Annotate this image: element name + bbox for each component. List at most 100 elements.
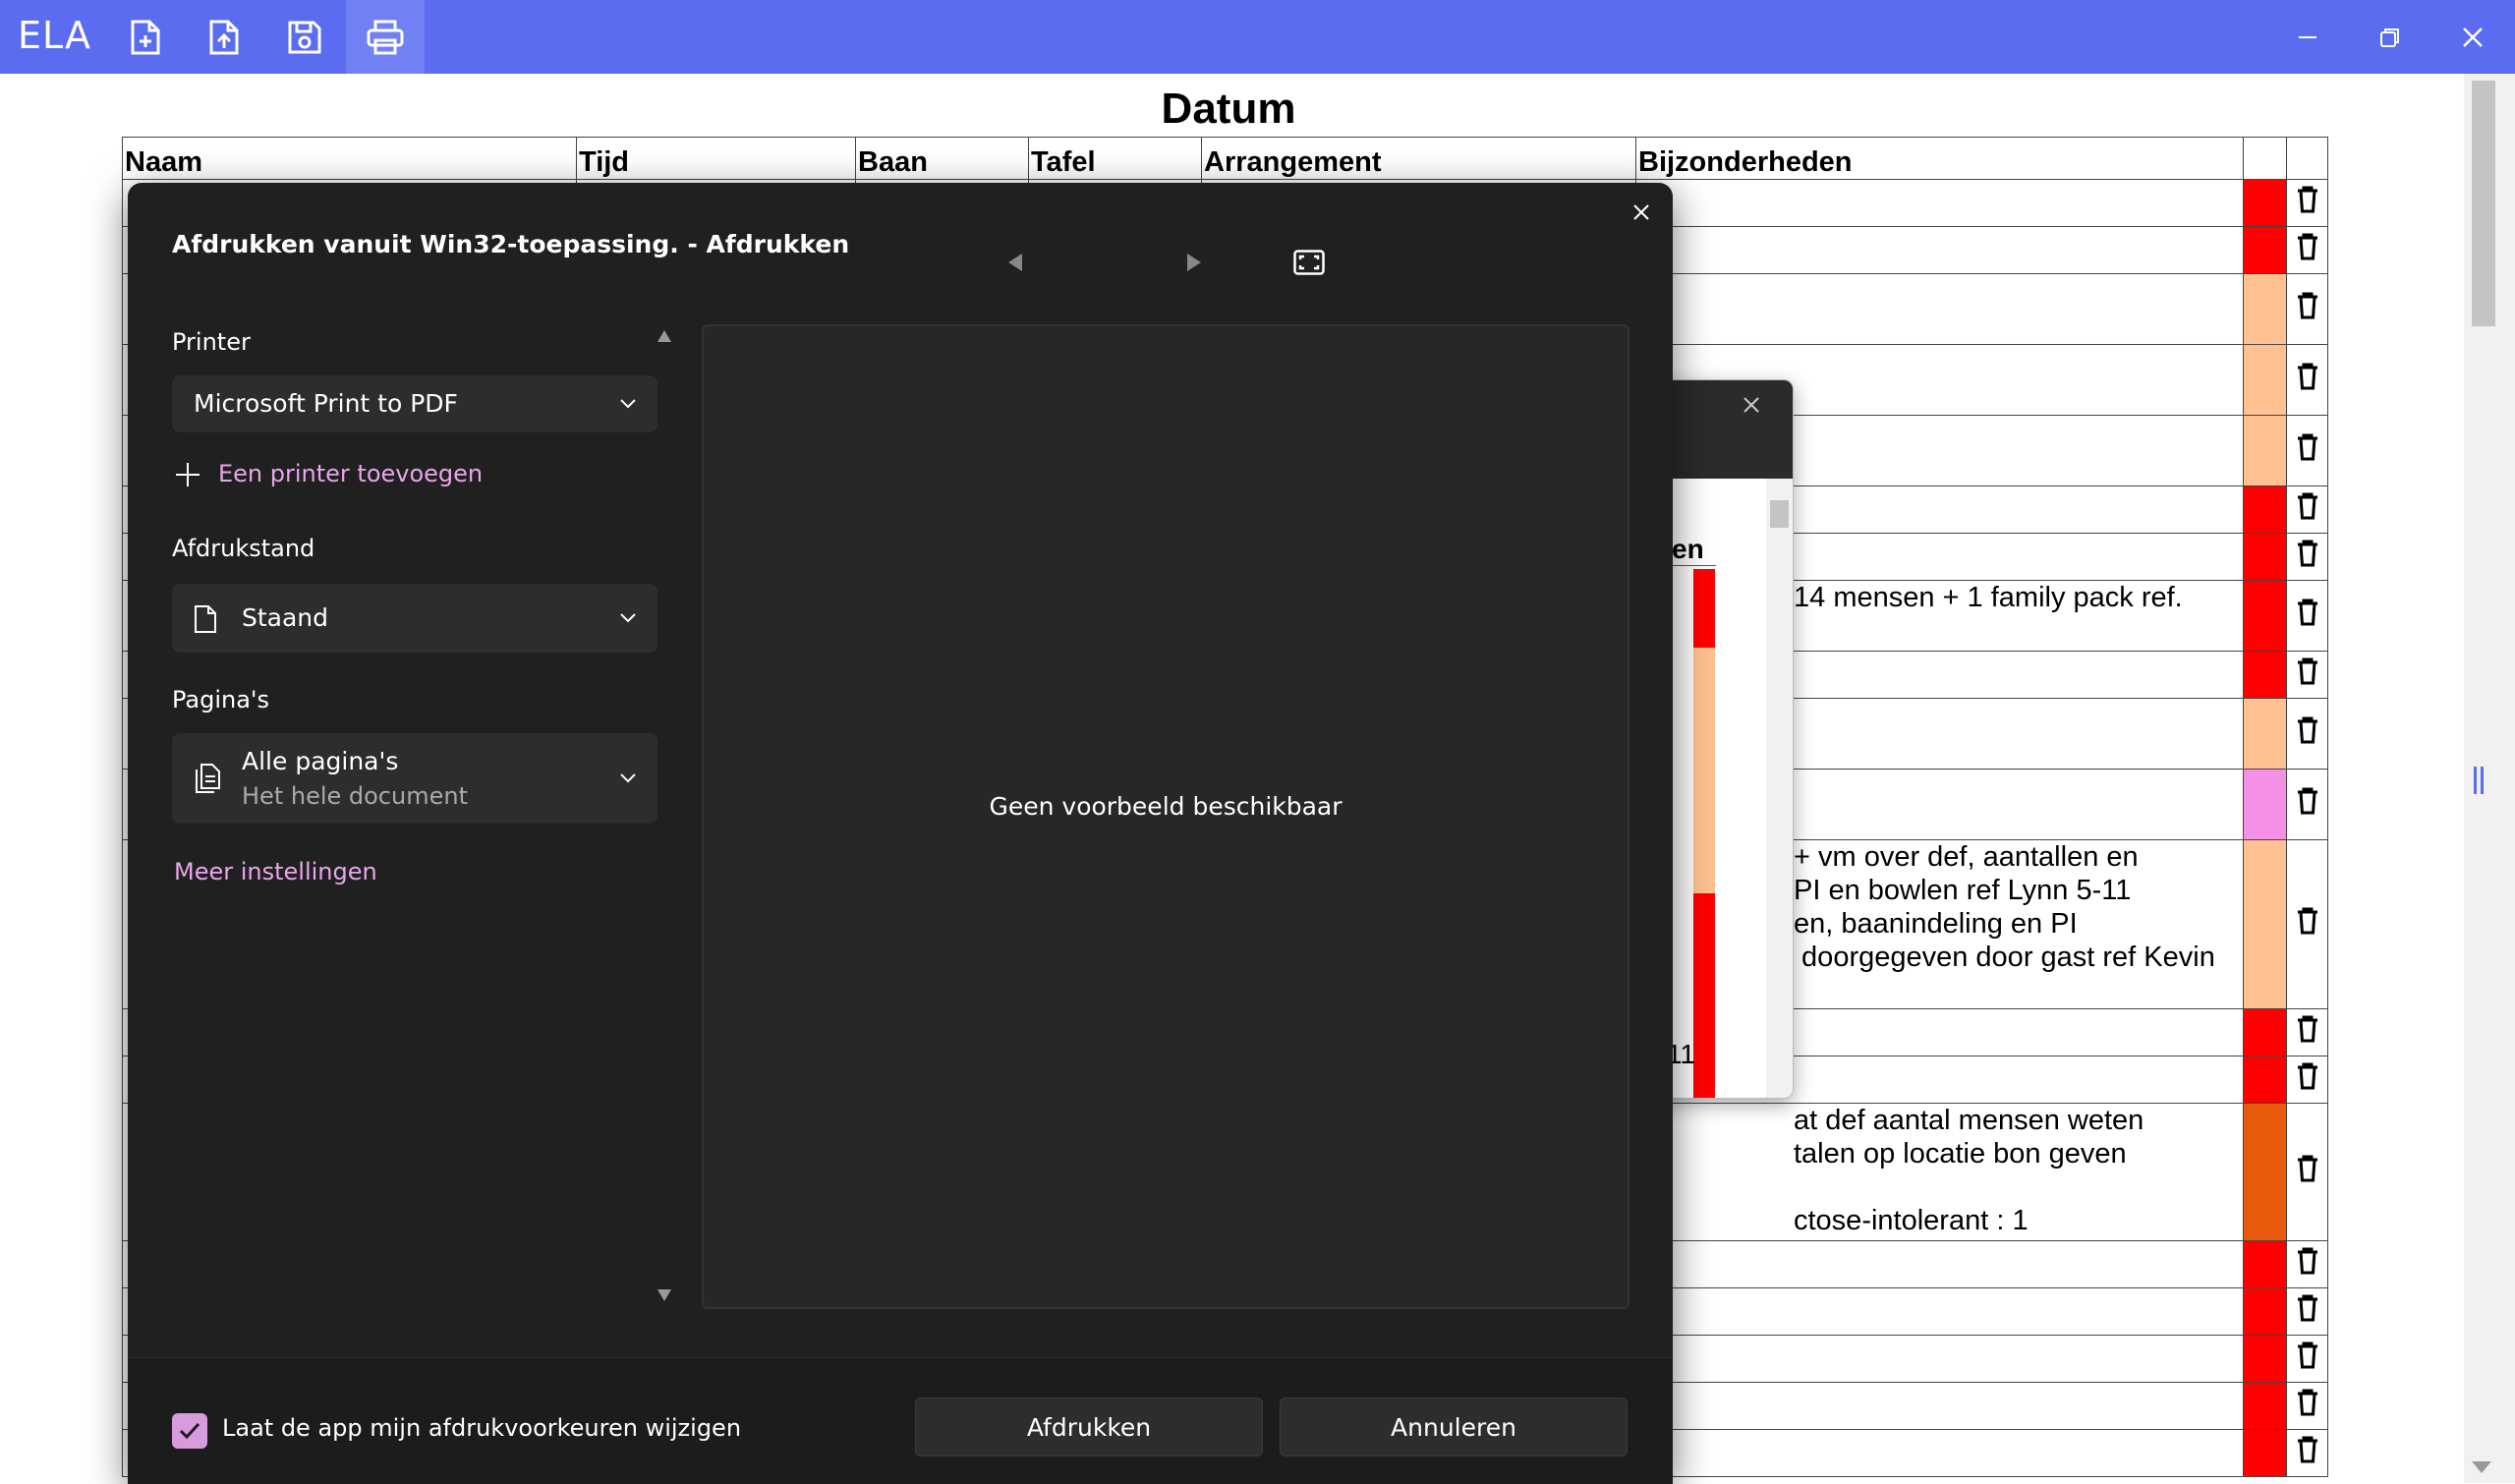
status-color-cell[interactable] — [2243, 580, 2287, 652]
column-header: Baan — [855, 137, 1029, 180]
printer-label: Printer — [172, 328, 251, 356]
bijzonderheden-cell — [1635, 273, 2244, 345]
secondary-status-column — [1693, 569, 1715, 1098]
printer-select[interactable]: Microsoft Print to PDF — [172, 375, 657, 432]
delete-row-button[interactable] — [2286, 273, 2328, 345]
preferences-checkbox[interactable] — [172, 1413, 207, 1449]
orientation-select[interactable]: Staand — [172, 584, 657, 653]
printer-icon — [367, 20, 404, 54]
scroll-thumb[interactable] — [2472, 81, 2495, 326]
pages-icon — [196, 764, 220, 793]
upload-button[interactable] — [185, 0, 263, 74]
delete-row-button[interactable] — [2286, 344, 2328, 416]
delete-row-button[interactable] — [2286, 651, 2328, 699]
pages-value: Alle pagina's — [242, 747, 399, 775]
delete-row-button[interactable] — [2286, 1335, 2328, 1383]
fit-to-window-icon[interactable] — [1293, 250, 1325, 275]
chevron-down-icon — [620, 773, 636, 783]
column-header: Bijzonderheden — [1635, 137, 2244, 180]
new-document-button[interactable] — [106, 0, 185, 74]
delete-row-button[interactable] — [2286, 1103, 2328, 1241]
restore-button[interactable] — [2349, 0, 2431, 74]
column-header: Tafel — [1028, 137, 1202, 180]
secondary-scrollbar[interactable] — [1766, 479, 1793, 1098]
close-icon — [2463, 27, 2483, 47]
print-button[interactable] — [346, 0, 425, 74]
status-color-cell[interactable] — [2243, 1056, 2287, 1104]
trash-icon — [2297, 907, 2317, 934]
status-color-cell[interactable] — [2243, 1382, 2287, 1430]
dialog-footer: Laat de app mijn afdrukvoorkeuren wijzig… — [128, 1357, 1673, 1484]
save-button[interactable] — [265, 0, 344, 74]
bijzonderheden-cell — [1635, 179, 2244, 227]
file-plus-icon — [131, 20, 160, 54]
dialog-close-button[interactable] — [1622, 193, 1661, 232]
bijzonderheden-cell: at def aantal mensen weten talen op loca… — [1635, 1103, 2244, 1241]
status-color-cell[interactable] — [2243, 1103, 2287, 1241]
delete-row-button[interactable] — [2286, 1008, 2328, 1056]
minimize-icon — [2299, 35, 2316, 38]
delete-row-button[interactable] — [2286, 533, 2328, 581]
page-scrollbar[interactable] — [2464, 74, 2515, 1483]
delete-row-button[interactable] — [2286, 839, 2328, 1009]
close-icon[interactable] — [1743, 396, 1760, 414]
status-color-cell[interactable] — [2243, 415, 2287, 486]
delete-row-button[interactable] — [2286, 485, 2328, 534]
delete-row-button[interactable] — [2286, 1382, 2328, 1430]
status-color-cell[interactable] — [2243, 1335, 2287, 1383]
status-color-cell[interactable] — [2243, 651, 2287, 699]
status-color-cell[interactable] — [2243, 839, 2287, 1009]
status-color-cell[interactable] — [2243, 179, 2287, 227]
delete-row-button[interactable] — [2286, 698, 2328, 770]
column-header: Naam — [122, 137, 577, 180]
status-color-cell[interactable] — [2243, 1008, 2287, 1056]
trash-icon — [2297, 292, 2317, 318]
more-settings-link[interactable]: Meer instellingen — [174, 858, 377, 885]
delete-row-button[interactable] — [2286, 580, 2328, 652]
status-color-cell[interactable] — [2243, 1240, 2287, 1288]
add-printer-link[interactable]: Een printer toevoegen — [218, 460, 483, 487]
status-color-cell[interactable] — [2243, 273, 2287, 345]
trash-icon — [2297, 1436, 2317, 1462]
resize-grip-icon[interactable] — [2474, 767, 2484, 794]
status-color-cell[interactable] — [2243, 769, 2287, 840]
settings-scrollbar[interactable] — [657, 330, 671, 1303]
restore-icon — [2380, 28, 2399, 47]
floppy-disk-icon — [288, 21, 321, 53]
status-color-cell[interactable] — [2243, 226, 2287, 274]
chevron-down-icon — [620, 613, 636, 623]
scroll-up-icon — [657, 330, 671, 342]
chevron-down-icon — [620, 399, 636, 409]
cancel-button[interactable]: Annuleren — [1280, 1398, 1628, 1456]
trash-icon — [2297, 1247, 2317, 1274]
delete-row-button[interactable] — [2286, 179, 2328, 227]
next-page-icon[interactable] — [1187, 254, 1201, 271]
trash-icon — [2297, 716, 2317, 743]
trash-icon — [2297, 186, 2317, 212]
delete-row-button[interactable] — [2286, 1287, 2328, 1336]
status-color-cell[interactable] — [2243, 485, 2287, 534]
close-window-button[interactable] — [2431, 0, 2514, 74]
dialog-title: Afdrukken vanuit Win32-toepassing. - Afd… — [172, 230, 850, 258]
delete-row-button[interactable] — [2286, 226, 2328, 274]
delete-row-button[interactable] — [2286, 415, 2328, 486]
trash-icon — [2297, 1294, 2317, 1321]
delete-row-button[interactable] — [2286, 1240, 2328, 1288]
status-color-cell[interactable] — [2243, 1287, 2287, 1336]
status-color-cell[interactable] — [2243, 344, 2287, 416]
column-header — [2286, 137, 2328, 180]
preferences-checkbox-label: Laat de app mijn afdrukvoorkeuren wijzig… — [222, 1414, 742, 1442]
trash-icon — [2297, 1015, 2317, 1042]
bijzonderheden-cell — [1635, 1429, 2244, 1477]
delete-row-button[interactable] — [2286, 1429, 2328, 1477]
status-color-cell[interactable] — [2243, 533, 2287, 581]
print-confirm-button[interactable]: Afdrukken — [915, 1398, 1263, 1456]
status-color-cell[interactable] — [2243, 1429, 2287, 1477]
status-color-cell[interactable] — [2243, 698, 2287, 770]
scroll-down-icon — [657, 1289, 671, 1301]
previous-page-icon[interactable] — [1008, 254, 1022, 271]
delete-row-button[interactable] — [2286, 1056, 2328, 1104]
pages-select[interactable]: Alle pagina's Het hele document — [172, 733, 657, 824]
delete-row-button[interactable] — [2286, 769, 2328, 840]
minimize-button[interactable] — [2266, 0, 2349, 74]
